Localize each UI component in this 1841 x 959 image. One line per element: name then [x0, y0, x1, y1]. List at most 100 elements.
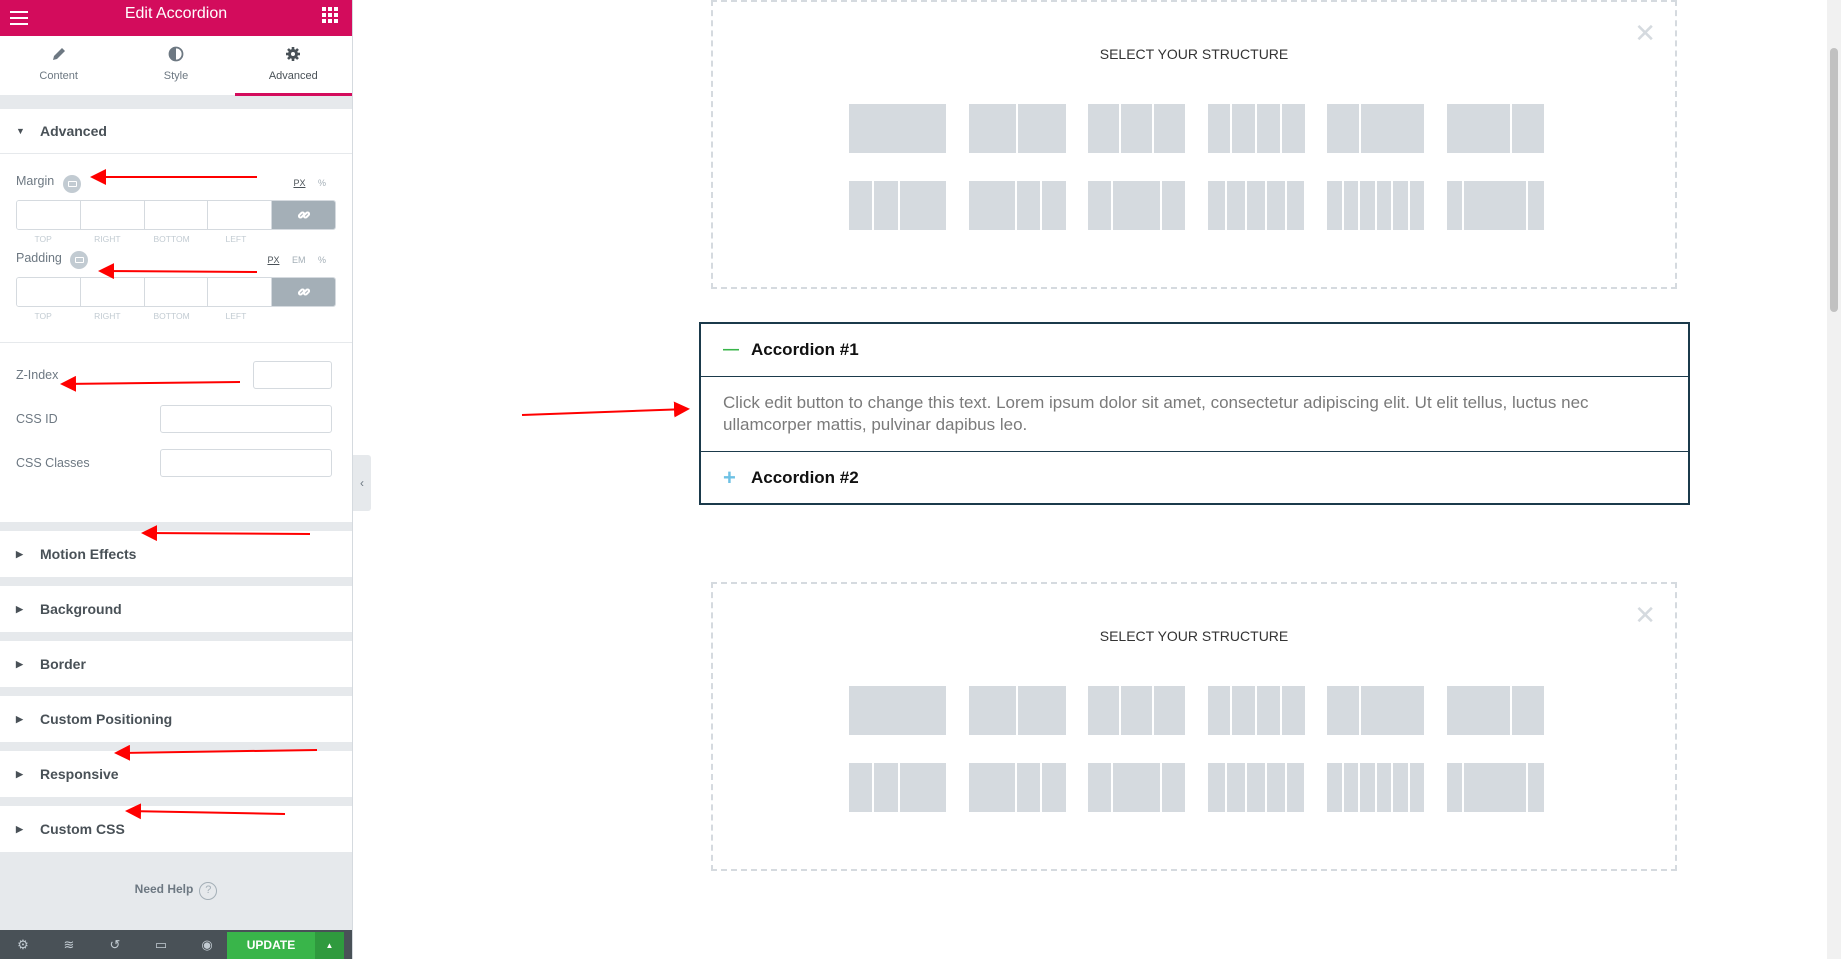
structure-preset[interactable]	[1088, 181, 1185, 230]
border-section[interactable]: ▶ Border	[0, 641, 352, 687]
tab-advanced[interactable]: Advanced	[234, 36, 352, 96]
section-title: Background	[40, 601, 122, 617]
section-header[interactable]: ▶ Background	[0, 586, 352, 632]
structure-preset[interactable]	[968, 181, 1066, 230]
padding-unit-percent[interactable]: %	[318, 255, 326, 265]
margin-left-input[interactable]	[208, 201, 272, 229]
advanced-section-header[interactable]: ▼ Advanced	[0, 109, 352, 153]
responsive-desktop-icon[interactable]	[70, 251, 88, 269]
panel-tabs: Content Style Advanced	[0, 36, 352, 96]
section-header[interactable]: ▶ Responsive	[0, 751, 352, 797]
side-label-top: TOP	[34, 311, 52, 321]
layers-icon[interactable]: ≋	[46, 937, 92, 953]
structure-preset[interactable]	[849, 763, 946, 812]
structure-preset[interactable]	[1207, 763, 1305, 812]
margin-top-input[interactable]	[17, 201, 81, 229]
padding-right-input[interactable]	[80, 278, 145, 306]
structure-preset[interactable]	[1327, 104, 1424, 153]
margin-unit-px[interactable]: PX	[293, 178, 305, 188]
structure-preset[interactable]	[1207, 181, 1305, 230]
css-classes-input[interactable]	[160, 449, 332, 477]
need-help-link[interactable]: Need Help?	[0, 882, 352, 900]
pencil-icon	[0, 46, 117, 66]
structure-preset[interactable]	[1327, 763, 1424, 812]
structure-heading: SELECT YOUR STRUCTURE	[1099, 46, 1289, 62]
structure-preset[interactable]	[1088, 104, 1185, 153]
structure-preset[interactable]	[849, 686, 946, 735]
padding-link-values-icon[interactable]	[272, 278, 335, 306]
update-options-caret-icon[interactable]: ▲	[315, 932, 344, 959]
structure-preset[interactable]	[849, 181, 946, 230]
custom-css-section[interactable]: ▶ Custom CSS	[0, 806, 352, 852]
responsive-icon[interactable]: ▭	[138, 937, 184, 953]
z-index-input[interactable]	[253, 361, 332, 389]
widgets-grid-icon[interactable]	[322, 7, 338, 23]
accordion-item-2-header[interactable]: + Accordion #2	[701, 452, 1688, 503]
padding-unit-px[interactable]: PX	[267, 255, 279, 265]
settings-icon[interactable]: ⚙	[0, 937, 46, 953]
structure-preset[interactable]	[1446, 686, 1544, 735]
responsive-section[interactable]: ▶ Responsive	[0, 751, 352, 797]
structure-preset[interactable]	[1088, 686, 1185, 735]
responsive-desktop-icon[interactable]	[63, 175, 81, 193]
margin-units: PX %	[283, 178, 326, 188]
structure-heading: SELECT YOUR STRUCTURE	[1099, 628, 1289, 644]
section-header[interactable]: ▶ Custom Positioning	[0, 696, 352, 742]
margin-control: Margin PX % TOP RIGHT BOTTOM LEFT	[0, 154, 352, 246]
history-icon[interactable]: ↺	[92, 937, 138, 953]
plus-icon: +	[723, 464, 736, 490]
accordion-widget[interactable]: — Accordion #1 Click edit button to chan…	[699, 322, 1690, 505]
custom-positioning-section[interactable]: ▶ Custom Positioning	[0, 696, 352, 742]
css-id-label: CSS ID	[16, 412, 58, 426]
structure-preset[interactable]	[1446, 181, 1544, 230]
structure-preset[interactable]	[968, 686, 1066, 735]
accordion-item-2-title: Accordion #2	[751, 467, 859, 487]
margin-right-input[interactable]	[80, 201, 145, 229]
margin-side-labels: TOP RIGHT BOTTOM LEFT	[16, 234, 336, 244]
side-label-top: TOP	[34, 234, 52, 244]
side-label-bottom: BOTTOM	[153, 311, 190, 321]
section-header[interactable]: ▶ Custom CSS	[0, 806, 352, 852]
structure-preset[interactable]	[968, 763, 1066, 812]
preview-icon[interactable]: ◉	[184, 937, 230, 953]
padding-unit-em[interactable]: EM	[292, 255, 306, 265]
minus-icon: —	[723, 341, 739, 358]
structure-preset[interactable]	[1327, 181, 1424, 230]
structure-preset[interactable]	[1446, 763, 1544, 812]
padding-left-input[interactable]	[208, 278, 272, 306]
structure-preset[interactable]	[1327, 686, 1424, 735]
structure-preset[interactable]	[1207, 686, 1305, 735]
padding-top-input[interactable]	[17, 278, 81, 306]
close-icon[interactable]: ✕	[1634, 20, 1656, 46]
css-classes-control: CSS Classes	[0, 441, 352, 485]
close-icon[interactable]: ✕	[1634, 602, 1656, 628]
scrollbar-thumb[interactable]	[1830, 48, 1838, 312]
structure-preset[interactable]	[849, 104, 946, 153]
section-header[interactable]: ▶ Border	[0, 641, 352, 687]
margin-link-values-icon[interactable]	[272, 201, 335, 229]
section-header[interactable]: ▶ Motion Effects	[0, 531, 352, 577]
structure-preset[interactable]	[1088, 763, 1185, 812]
margin-dimensions	[16, 200, 336, 230]
collapse-panel-toggle[interactable]: ‹	[353, 455, 371, 511]
structure-selector-bottom: SELECT YOUR STRUCTURE ✕	[711, 582, 1677, 871]
padding-bottom-input[interactable]	[144, 278, 209, 306]
tab-advanced-label: Advanced	[268, 70, 318, 82]
accordion-item-1-header[interactable]: — Accordion #1	[701, 324, 1688, 376]
background-section[interactable]: ▶ Background	[0, 586, 352, 632]
structure-preset[interactable]	[1207, 104, 1305, 153]
margin-unit-percent[interactable]: %	[318, 178, 326, 188]
tab-content[interactable]: Content	[0, 36, 117, 95]
caret-right-icon: ▶	[16, 603, 23, 614]
tab-style[interactable]: Style	[117, 36, 234, 95]
tab-content-label: Content	[39, 70, 78, 82]
margin-bottom-input[interactable]	[144, 201, 209, 229]
css-id-input[interactable]	[160, 405, 332, 433]
motion-effects-section[interactable]: ▶ Motion Effects	[0, 531, 352, 577]
css-classes-label: CSS Classes	[16, 456, 90, 470]
update-button[interactable]: UPDATE	[227, 932, 315, 959]
page-scrollbar[interactable]	[1827, 0, 1841, 959]
structure-preset[interactable]	[968, 104, 1066, 153]
z-index-control: Z-Index	[0, 353, 352, 397]
structure-preset[interactable]	[1446, 104, 1544, 153]
